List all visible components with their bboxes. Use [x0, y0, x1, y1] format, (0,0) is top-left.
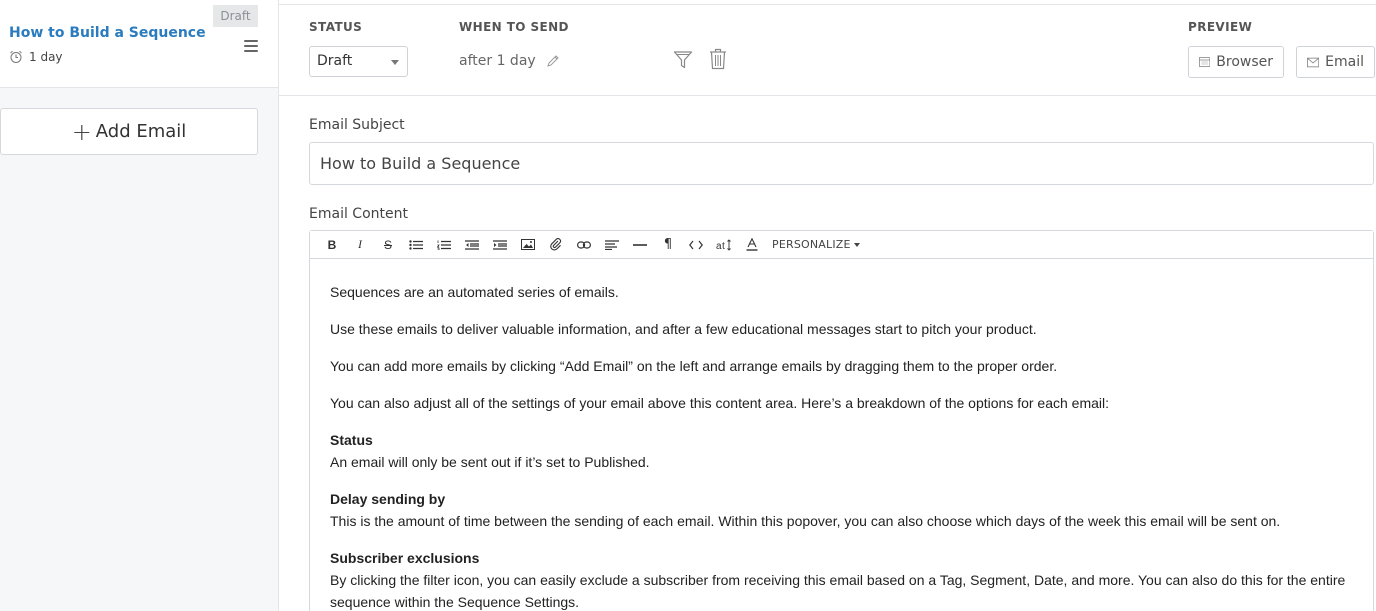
attachment-icon[interactable]	[542, 232, 570, 258]
section-heading: Status	[330, 432, 373, 448]
when-to-send-text: after 1 day	[459, 53, 536, 69]
content-paragraph: You can also adjust all of the settings …	[330, 395, 1110, 411]
preview-label: PREVIEW	[1188, 20, 1253, 34]
delay-text: 1 day	[29, 50, 63, 64]
content-section: Delay sending by This is the amount of t…	[330, 488, 1353, 532]
drag-handle-icon[interactable]	[244, 40, 258, 52]
italic-icon[interactable]: I	[346, 232, 374, 258]
editor-content[interactable]: Sequences are an automated series of ema…	[310, 259, 1373, 611]
status-select[interactable]: Draft	[309, 46, 408, 77]
content-paragraph: Use these emails to deliver valuable inf…	[330, 321, 1037, 337]
section-heading: Delay sending by	[330, 491, 446, 507]
horizontal-rule-icon[interactable]	[626, 232, 654, 258]
personalize-dropdown[interactable]: PERSONALIZE	[772, 238, 860, 251]
browser-label: Browser	[1216, 54, 1273, 70]
status-badge: Draft	[213, 5, 258, 27]
alarm-clock-icon	[10, 50, 22, 63]
status-label: STATUS	[309, 20, 363, 34]
strikethrough-icon[interactable]: S	[374, 232, 402, 258]
text-color-icon[interactable]	[738, 232, 766, 258]
when-to-send-label: WHEN TO SEND	[459, 20, 569, 34]
numbered-list-icon[interactable]	[430, 232, 458, 258]
email-subject-input[interactable]	[309, 142, 1374, 185]
section-text: By clicking the filter icon, you can eas…	[330, 572, 1346, 610]
email-content-label: Email Content	[309, 206, 408, 222]
add-email-label: Add Email	[95, 121, 187, 142]
when-to-send-value[interactable]: after 1 day	[459, 53, 560, 69]
email-card-title[interactable]: How to Build a Sequence	[9, 25, 206, 41]
preview-email-button[interactable]: Email	[1296, 46, 1375, 78]
content-paragraph: You can add more emails by clicking “Add…	[330, 358, 1058, 374]
email-settings-bar: STATUS Draft WHEN TO SEND after 1 day PR…	[279, 5, 1376, 96]
bullet-list-icon[interactable]	[402, 232, 430, 258]
sidebar: Draft How to Build a Sequence 1 day + Ad…	[0, 0, 279, 611]
email-card-delay: 1 day	[9, 50, 63, 64]
envelope-icon	[1307, 57, 1320, 67]
code-icon[interactable]	[682, 232, 710, 258]
preview-browser-button[interactable]: Browser	[1188, 46, 1284, 78]
email-subject-label: Email Subject	[309, 117, 405, 133]
trash-icon[interactable]	[709, 48, 727, 70]
bold-icon[interactable]: B	[318, 232, 346, 258]
content-section: Subscriber exclusions By clicking the fi…	[330, 547, 1353, 611]
status-select-value: Draft	[317, 53, 353, 69]
chevron-down-icon	[391, 60, 399, 65]
image-icon[interactable]	[514, 232, 542, 258]
paragraph-icon[interactable]: ¶	[654, 232, 682, 258]
email-content-editor[interactable]: B I S ¶ a t PERSONALIZE Sequences are an…	[309, 230, 1374, 611]
link-icon[interactable]	[570, 232, 598, 258]
content-paragraph: Sequences are an automated series of ema…	[330, 284, 619, 300]
filter-icon[interactable]	[673, 50, 693, 70]
align-left-icon[interactable]	[598, 232, 626, 258]
browser-window-icon	[1199, 57, 1211, 67]
email-label: Email	[1325, 54, 1364, 70]
add-email-button[interactable]: + Add Email	[0, 108, 258, 155]
editor-toolbar: B I S ¶ a t PERSONALIZE	[310, 231, 1373, 259]
section-text: An email will only be sent out if it’s s…	[330, 454, 650, 470]
personalize-label: PERSONALIZE	[772, 238, 851, 251]
font-size-icon[interactable]: at	[710, 232, 738, 258]
plus-icon: +	[71, 117, 92, 146]
content-section: Status An email will only be sent out if…	[330, 429, 1353, 473]
section-text: This is the amount of time between the s…	[330, 513, 1281, 529]
sequence-email-card[interactable]: Draft How to Build a Sequence 1 day	[0, 0, 278, 88]
svg-text:t: t	[722, 241, 725, 251]
pencil-icon[interactable]	[546, 54, 560, 68]
caret-down-icon	[853, 242, 860, 247]
indent-icon[interactable]	[486, 232, 514, 258]
section-heading: Subscriber exclusions	[330, 550, 480, 566]
outdent-icon[interactable]	[458, 232, 486, 258]
